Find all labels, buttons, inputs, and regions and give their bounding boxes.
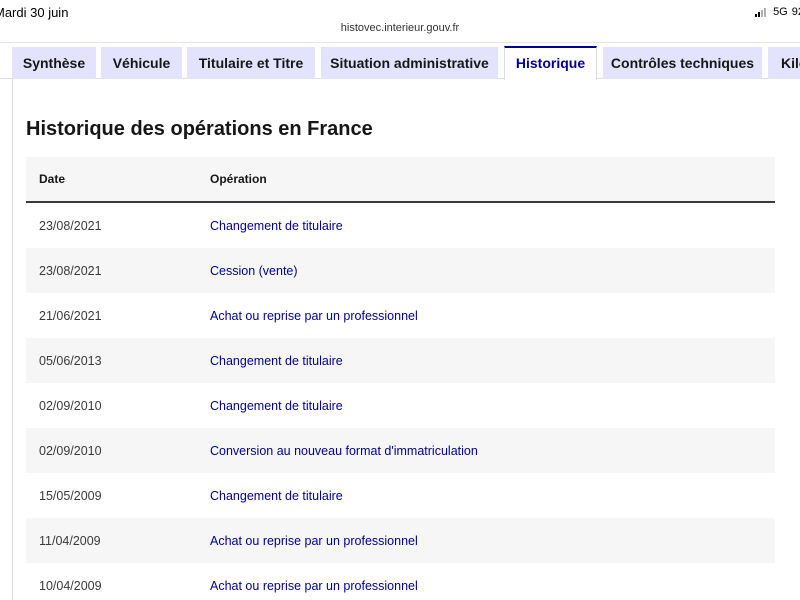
status-bar: Mardi 30 juin 5G 92 xyxy=(0,0,800,22)
tab-synthese[interactable]: Synthèse xyxy=(12,47,96,79)
row-operation: Changement de titulaire xyxy=(210,218,343,233)
network-type: 5G xyxy=(773,6,788,18)
row-operation: Achat ou reprise par un professionnel xyxy=(210,308,418,323)
table-header: Date Opération xyxy=(26,157,775,203)
row-date: 21/06/2021 xyxy=(39,308,102,323)
tab-bar: Synthèse Véhicule Titulaire et Titre Sit… xyxy=(0,46,800,80)
row-date: 02/09/2010 xyxy=(39,398,102,413)
row-operation: Cession (vente) xyxy=(210,263,298,278)
tab-controles-techniques[interactable]: Contrôles techniques xyxy=(603,47,762,79)
table-body: 23/08/2021 Changement de titulaire 23/08… xyxy=(26,203,775,600)
url-divider xyxy=(0,42,800,43)
tab-kilometrage[interactable]: Kilométrage xyxy=(768,47,800,79)
row-operation: Conversion au nouveau format d'immatricu… xyxy=(210,443,478,458)
row-operation: Achat ou reprise par un professionnel xyxy=(210,533,418,548)
status-date: Mardi 30 juin xyxy=(0,5,69,20)
row-operation: Achat ou reprise par un professionnel xyxy=(210,578,418,593)
status-indicators: 5G 92 xyxy=(755,6,800,18)
row-date: 10/04/2009 xyxy=(39,578,102,593)
table-row: 02/09/2010 Changement de titulaire xyxy=(26,383,775,428)
row-date: 23/08/2021 xyxy=(39,218,102,233)
table-row: 23/08/2021 Changement de titulaire xyxy=(26,203,775,248)
row-date: 11/04/2009 xyxy=(39,533,101,548)
tab-titulaire-et-titre[interactable]: Titulaire et Titre xyxy=(187,47,315,79)
row-operation: Changement de titulaire xyxy=(210,353,343,368)
row-operation: Changement de titulaire xyxy=(210,488,343,503)
table-row: 10/04/2009 Achat ou reprise par un profe… xyxy=(26,563,775,600)
header-date: Date xyxy=(39,172,66,186)
table-row: 23/08/2021 Cession (vente) xyxy=(26,248,775,293)
table-row: 11/04/2009 Achat ou reprise par un profe… xyxy=(26,518,775,563)
row-date: 05/06/2013 xyxy=(39,353,102,368)
row-date: 02/09/2010 xyxy=(39,443,102,458)
row-date: 23/08/2021 xyxy=(39,263,102,278)
table-row: 15/05/2009 Changement de titulaire xyxy=(26,473,775,518)
battery-level: 92 xyxy=(791,6,800,18)
url-bar[interactable]: histovec.interieur.gouv.fr xyxy=(0,22,800,40)
header-operation: Opération xyxy=(210,172,267,186)
tab-situation-administrative[interactable]: Situation administrative xyxy=(321,47,498,79)
signal-icon xyxy=(755,7,767,17)
row-operation: Changement de titulaire xyxy=(210,398,343,413)
row-date: 15/05/2009 xyxy=(39,488,102,503)
table-row: 02/09/2010 Conversion au nouveau format … xyxy=(26,428,775,473)
operations-table: Date Opération 23/08/2021 Changement de … xyxy=(26,157,775,600)
tab-vehicule[interactable]: Véhicule xyxy=(101,47,182,79)
page-title: Historique des opérations en France xyxy=(26,118,373,140)
table-row: 05/06/2013 Changement de titulaire xyxy=(26,338,775,383)
table-row: 21/06/2021 Achat ou reprise par un profe… xyxy=(26,293,775,338)
tab-historique[interactable]: Historique xyxy=(504,46,597,80)
